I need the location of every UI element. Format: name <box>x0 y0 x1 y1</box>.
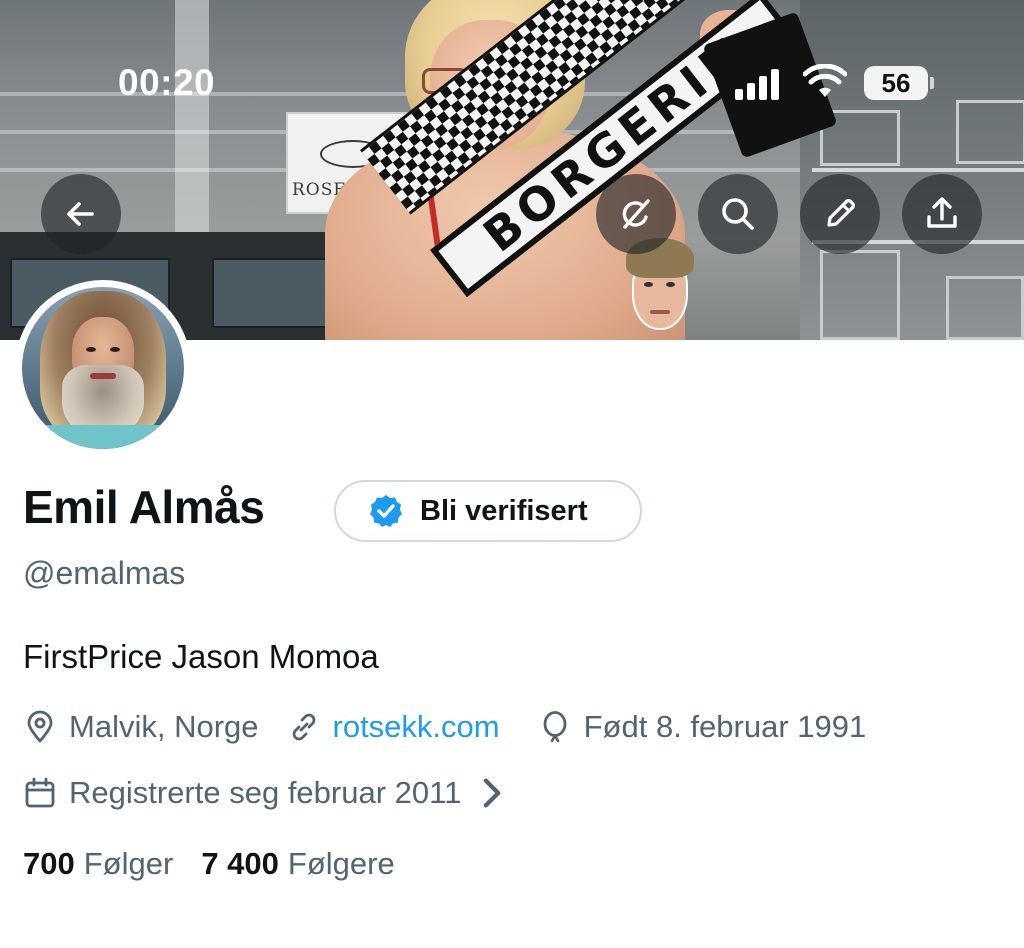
battery-level: 56 <box>881 67 911 98</box>
profile-meta-row: Malvik, Norge rotsekk.com Født 8. februa… <box>23 707 866 747</box>
banner-face-sticker <box>666 282 675 287</box>
profile-bio: FirstPrice Jason Momoa <box>23 638 379 675</box>
verified-badge-icon <box>370 495 402 527</box>
signal-bar <box>759 76 767 100</box>
follow-stats: 700 Følger 7 400 Følgere <box>23 846 395 882</box>
calendar-icon <box>25 777 55 808</box>
search-button[interactable] <box>698 174 778 254</box>
profile-name: Emil Almås <box>23 481 265 533</box>
website-link[interactable]: rotsekk.com <box>333 709 500 745</box>
signal-bar <box>747 83 755 100</box>
balloon-icon <box>543 711 567 743</box>
arrow-left-icon <box>67 202 94 226</box>
banner-building <box>946 276 1024 340</box>
profile-handle: @emalmas <box>23 555 186 591</box>
get-verified-label: Bli verifisert <box>420 494 588 527</box>
birthday-item: Født 8. februar 1991 <box>538 709 867 745</box>
banner-face-sticker <box>644 282 653 287</box>
search-icon <box>722 198 754 230</box>
avatar-image <box>110 347 120 352</box>
grok-button[interactable] <box>596 174 676 254</box>
banner-building <box>820 250 900 340</box>
profile-screen: ROSEN BORGERIK 00:20 56 Emil Almås Bli v… <box>0 0 1024 948</box>
battery-icon <box>930 77 934 89</box>
banner-face-sticker <box>650 310 670 314</box>
joined-row[interactable]: Registrerte seg februar 2011 <box>23 773 521 813</box>
chevron-right-icon <box>483 778 501 808</box>
share-button[interactable] <box>902 174 982 254</box>
profile-banner[interactable]: ROSEN BORGERIK <box>0 0 1024 340</box>
banner-building <box>812 168 1024 172</box>
avatar-image <box>86 347 96 352</box>
link-icon <box>292 713 315 741</box>
banner-building <box>956 100 1024 164</box>
followers-stat[interactable]: 7 400 Følgere <box>201 846 394 882</box>
banner-building <box>212 258 342 328</box>
edit-button[interactable] <box>800 174 880 254</box>
battery-indicator: 56 <box>864 66 928 100</box>
share-icon <box>927 197 957 228</box>
grok-icon <box>622 199 650 229</box>
cellular-signal-icon <box>735 68 781 100</box>
get-verified-button[interactable]: Bli verifisert <box>334 480 642 542</box>
wifi-icon <box>803 64 847 97</box>
location-item: Malvik, Norge <box>23 709 259 745</box>
signal-bar <box>771 69 779 100</box>
joined-item[interactable]: Registrerte seg februar 2011 <box>23 775 521 811</box>
birthday-text: Født 8. februar 1991 <box>583 709 867 744</box>
location-text: Malvik, Norge <box>69 709 259 744</box>
following-count: 700 <box>23 846 75 881</box>
status-time: 00:20 <box>118 62 216 103</box>
avatar-image <box>22 425 184 449</box>
avatar-image <box>90 373 116 379</box>
followers-label: Følgere <box>287 846 395 881</box>
joined-text: Registrerte seg februar 2011 <box>69 775 462 810</box>
location-pin-icon <box>27 710 53 743</box>
following-stat[interactable]: 700 Følger <box>23 846 173 882</box>
back-button[interactable] <box>41 174 121 254</box>
avatar[interactable] <box>15 280 191 456</box>
website-item[interactable]: rotsekk.com <box>287 709 500 745</box>
signal-bar <box>735 89 743 100</box>
avatar-image <box>22 287 184 449</box>
pencil-icon <box>827 199 855 227</box>
following-label: Følger <box>83 846 174 881</box>
followers-count: 7 400 <box>201 846 279 881</box>
